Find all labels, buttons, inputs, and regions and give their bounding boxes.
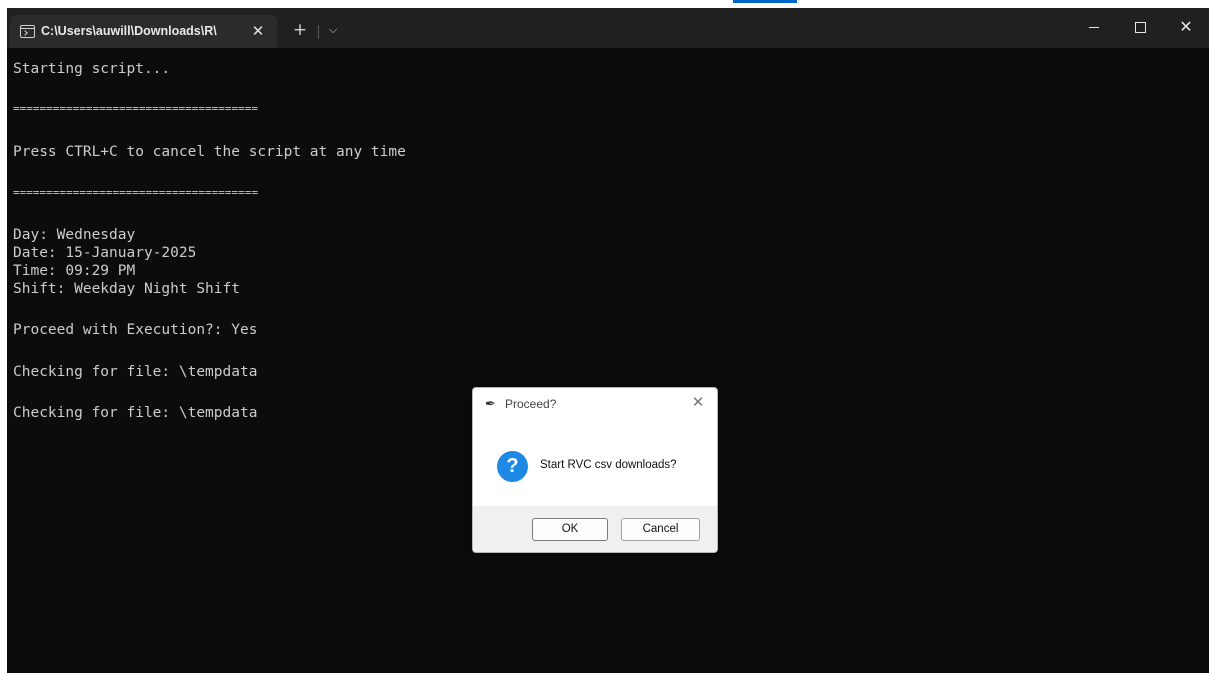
console-line: Day: Wednesday (13, 227, 136, 243)
dialog-close-icon[interactable]: ✕ (688, 393, 708, 413)
maximize-button[interactable] (1117, 8, 1163, 46)
console-line: Checking for file: \tempdata (13, 364, 258, 380)
console-line: Time: 09:29 PM (13, 263, 136, 279)
terminal-icon (20, 25, 35, 38)
terminal-tab[interactable]: C:\Users\auwill\Downloads\R\ ✕ (10, 15, 277, 48)
console-line: Shift: Weekday Night Shift (13, 281, 240, 297)
proceed-dialog: ✒ Proceed? ✕ ? Start RVC csv downloads? … (472, 387, 718, 553)
cancel-button[interactable]: Cancel (621, 518, 700, 541)
link-underline (733, 0, 797, 3)
console-separator: ===================================== (13, 186, 259, 199)
chevron-down-icon[interactable]: ⌵ (325, 21, 341, 39)
minimize-button[interactable] (1071, 8, 1117, 46)
tab-bar: C:\Users\auwill\Downloads\R\ ✕ + ⌵ ✕ (7, 8, 1209, 48)
feather-icon: ✒ (485, 396, 496, 411)
console-line: Starting script... (13, 61, 171, 77)
tab-close-icon[interactable]: ✕ (248, 21, 268, 41)
new-tab-plus-icon[interactable]: + (290, 20, 310, 40)
console-line: Date: 15-January-2025 (13, 245, 197, 261)
top-strip (0, 0, 1209, 8)
console-line: Checking for file: \tempdata (13, 405, 258, 421)
ok-button[interactable]: OK (532, 518, 608, 541)
close-window-button[interactable]: ✕ (1163, 8, 1209, 46)
console-output: Starting script... =====================… (13, 60, 1193, 421)
question-icon: ? (497, 451, 528, 482)
tab-separator (318, 25, 319, 39)
console-line: Proceed with Execution?: Yes (13, 322, 258, 338)
console-line: Press CTRL+C to cancel the script at any… (13, 144, 406, 160)
dialog-message: Start RVC csv downloads? (540, 459, 677, 471)
dialog-title: Proceed? (505, 397, 557, 411)
terminal-window: C:\Users\auwill\Downloads\R\ ✕ + ⌵ ✕ Sta… (7, 8, 1209, 673)
console-separator: ===================================== (13, 102, 259, 115)
tab-title: C:\Users\auwill\Downloads\R\ (41, 24, 217, 38)
